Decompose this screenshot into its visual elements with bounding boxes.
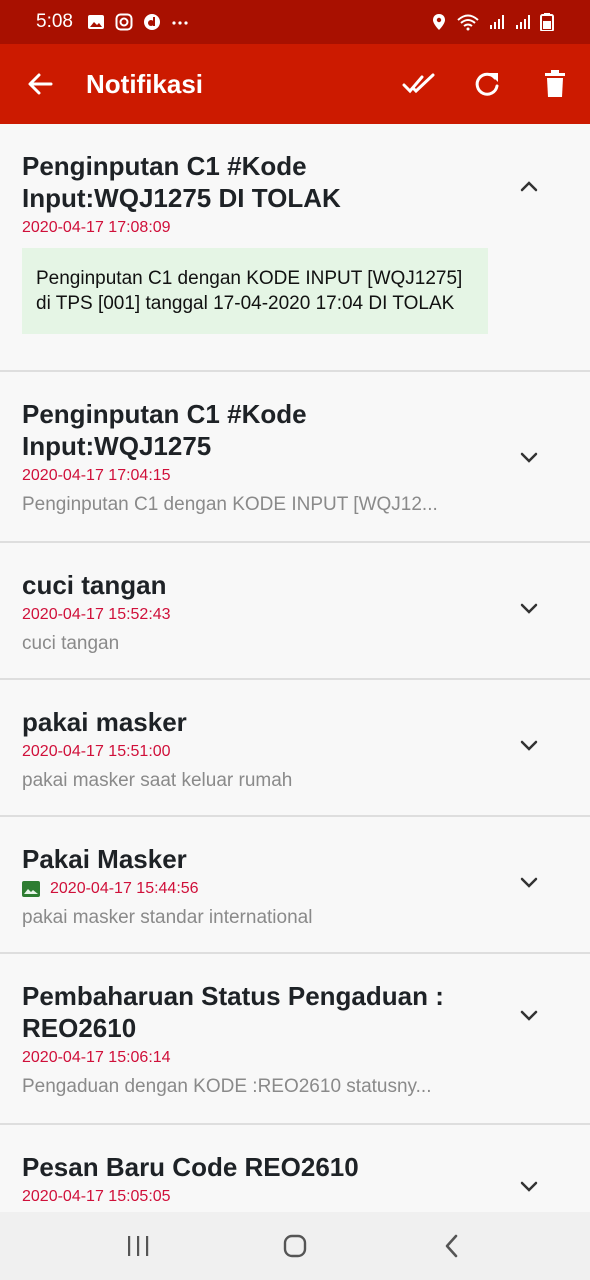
notification-snippet: cuci tangan [22,633,120,654]
signal-2-icon [516,15,530,29]
notification-date: 2020-04-17 17:08:09 [22,219,171,236]
gallery-icon [87,15,104,29]
status-bar: 5:08 [0,0,590,44]
notification-title: Penginputan C1 #Kode Input:WQJ1275 DI TO… [22,151,341,213]
notification-item[interactable]: Pakai Masker 2020-04-17 15:44:56 pakai m… [0,817,590,954]
chevron-down-icon[interactable] [518,734,540,756]
notification-title: Pembaharuan Status Pengaduan : REO2610 [22,981,444,1043]
instagram-icon [115,13,133,31]
notification-title: pakai masker [22,707,187,737]
recent-apps-icon [128,1236,149,1256]
notification-item[interactable]: Penginputan C1 #Kode Input:WQJ1275 DI TO… [0,124,590,372]
notification-title: Penginputan C1 #Kode Input:WQJ1275 [22,399,307,461]
notification-snippet: Penginputan C1 dengan KODE INPUT [WQJ12.… [22,494,438,515]
chevron-down-icon[interactable] [518,597,540,619]
notification-body: Penginputan C1 dengan KODE INPUT [WQJ127… [22,248,488,334]
chevron-down-icon[interactable] [518,1175,540,1197]
delete-button[interactable] [538,67,572,101]
chevron-down-icon[interactable] [518,871,540,893]
notification-title: cuci tangan [22,570,167,600]
arrow-left-icon [28,73,53,95]
notification-snippet: pakai masker saat keluar rumah [22,770,293,791]
notification-date: 2020-04-17 15:52:43 [22,606,171,623]
chevron-down-icon[interactable] [518,1004,540,1026]
wifi-icon [457,14,479,31]
chevron-down-icon[interactable] [518,446,540,468]
notification-list: Penginputan C1 #Kode Input:WQJ1275 DI TO… [0,124,590,1212]
location-icon [433,14,445,30]
page-title: Notifikasi [86,68,204,99]
notification-item[interactable]: cuci tangan 2020-04-17 15:52:43 cuci tan… [0,543,590,680]
app-bar: Notifikasi [0,44,590,124]
notification-snippet: pakai masker standar international [22,907,313,928]
notification-item[interactable]: Pesan Baru Code REO2610 2020-04-17 15:05… [0,1125,590,1212]
back-button[interactable] [22,66,58,102]
trash-icon [545,70,565,97]
notification-title: Pesan Baru Code REO2610 [22,1152,359,1182]
notification-date: 2020-04-17 15:51:00 [22,743,171,760]
notification-date-row: 2020-04-17 15:44:56 [22,879,490,899]
signal-icon [490,15,504,29]
notification-date: 2020-04-17 15:44:56 [50,880,199,897]
image-icon [22,881,40,897]
refresh-icon [475,72,499,96]
notification-date: 2020-04-17 17:04:15 [22,467,171,484]
mark-all-read-button[interactable] [402,67,436,101]
refresh-button[interactable] [470,67,504,101]
status-time: 5:08 [36,11,73,32]
more-icon [172,21,188,25]
back-nav-button[interactable] [432,1226,472,1266]
home-icon [283,1234,307,1258]
notification-item[interactable]: Pembaharuan Status Pengaduan : REO2610 2… [0,954,590,1125]
recent-apps-button[interactable] [118,1226,158,1266]
double-check-icon [402,73,435,94]
chevron-up-icon[interactable] [518,176,540,198]
notification-date: 2020-04-17 15:06:14 [22,1049,171,1066]
app-d-icon [143,14,160,30]
notification-item[interactable]: pakai masker 2020-04-17 15:51:00 pakai m… [0,680,590,817]
notification-snippet: Pengaduan dengan KODE :REO2610 statusny.… [22,1076,432,1097]
notification-date: 2020-04-17 15:05:05 [22,1188,171,1205]
notification-item[interactable]: Penginputan C1 #Kode Input:WQJ1275 2020-… [0,372,590,543]
system-nav-bar [0,1212,590,1280]
battery-icon [540,13,554,31]
home-button[interactable] [275,1226,315,1266]
notification-title: Pakai Masker [22,844,187,874]
back-nav-icon [445,1234,457,1258]
